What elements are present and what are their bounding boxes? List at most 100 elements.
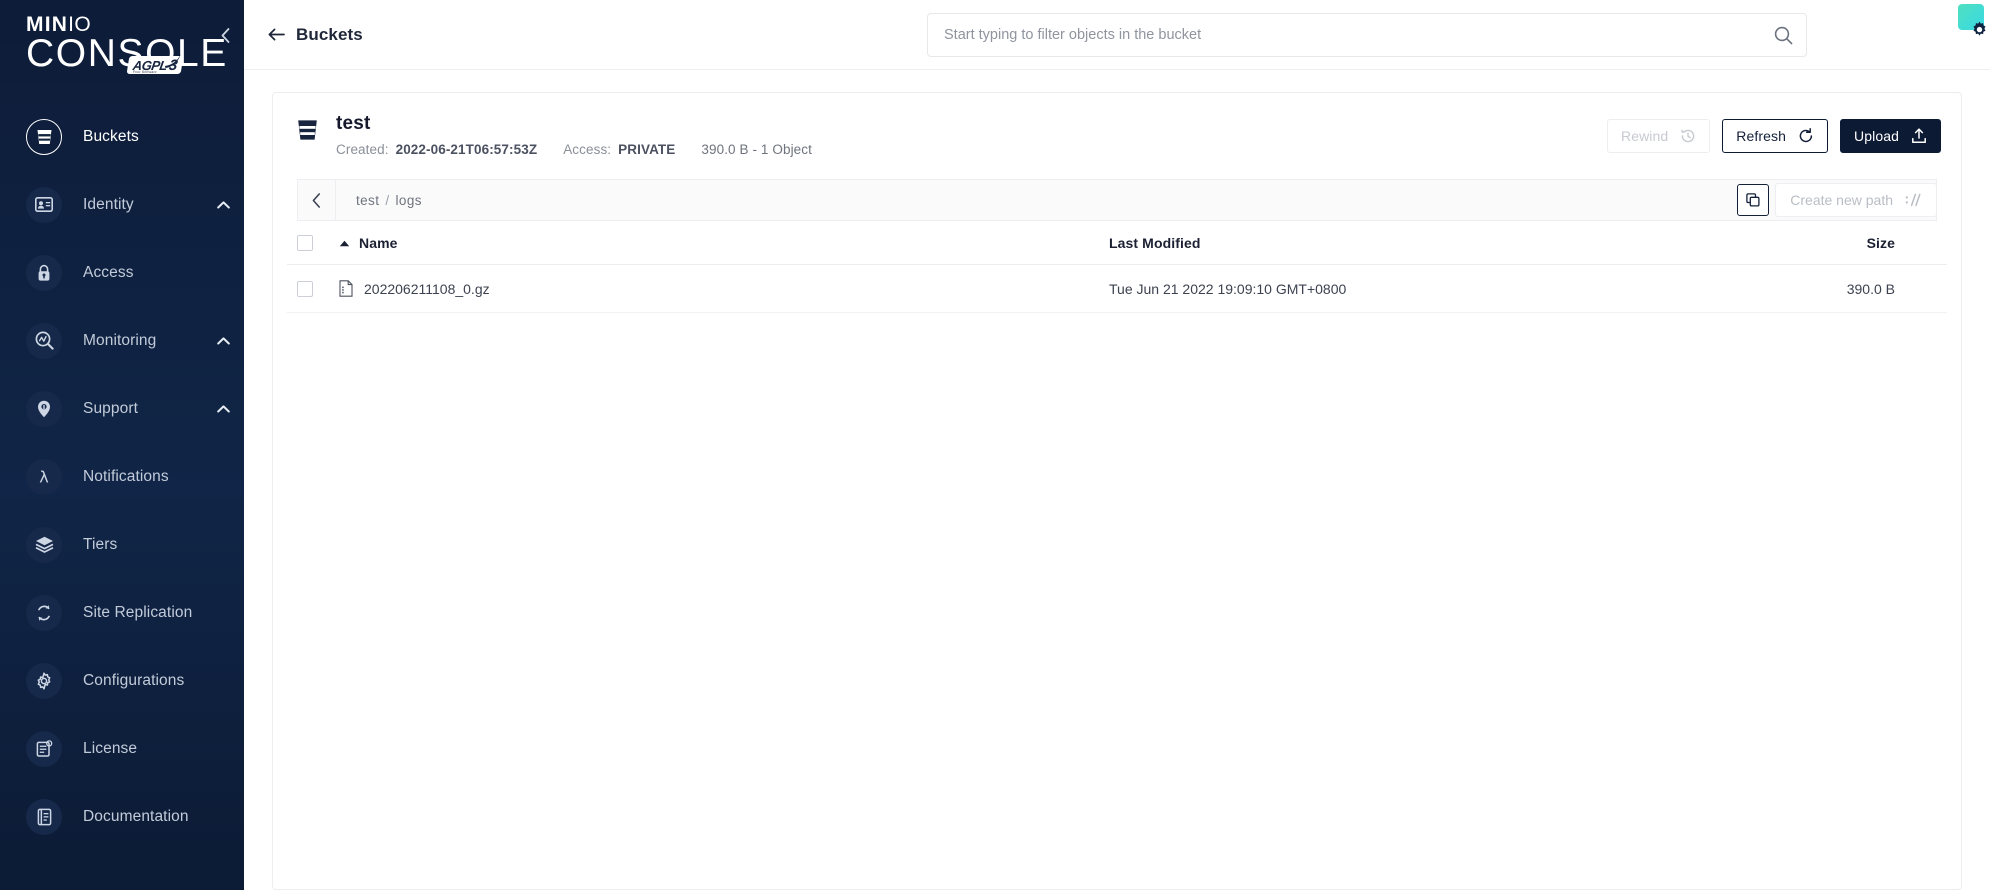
sidebar-item-label: Support — [83, 399, 138, 417]
sidebar-item-configurations[interactable]: Configurations — [0, 647, 244, 715]
object-filter-search — [927, 13, 1807, 57]
svg-text:λ: λ — [39, 468, 48, 486]
column-label-name: Name — [359, 235, 398, 251]
sidebar-item-label: Identity — [83, 195, 134, 213]
path-crumb-folder[interactable]: logs — [396, 193, 422, 208]
support-icon — [26, 390, 62, 427]
upload-label: Upload — [1854, 128, 1899, 144]
object-name: 202206211108_0.gz — [364, 280, 490, 297]
sidebar-item-monitoring[interactable]: Monitoring — [0, 307, 244, 375]
sidebar-item-buckets[interactable]: Buckets — [0, 103, 244, 171]
bucket-icon — [297, 119, 318, 146]
collapse-sidebar-button[interactable] — [214, 24, 236, 46]
main-area: Buckets Start typing to filter objects i… — [244, 0, 1990, 890]
sidebar-item-access[interactable]: Access — [0, 239, 244, 307]
bucket-meta: Created: 2022-06-21T06:57:53Z Access: PR… — [336, 142, 812, 157]
sidebar-item-label: Documentation — [83, 807, 189, 825]
column-header-name[interactable]: Name — [339, 235, 1109, 265]
path-slash-icon — [1905, 193, 1921, 207]
sidebar: MINIO CONSOLE AGPL 3 Free Software Bu — [0, 0, 244, 890]
bucket-header: test Created: 2022-06-21T06:57:53Z Acces… — [287, 93, 1947, 177]
sidebar-item-label: Access — [83, 263, 134, 281]
row-modified-cell: Tue Jun 21 2022 19:09:10 GMT+0800 — [1109, 264, 1699, 313]
refresh-button[interactable]: Refresh — [1722, 119, 1829, 153]
table-header-row: Name Last Modified Size — [287, 235, 1947, 265]
bucket-size-summary: 390.0 B - 1 Object — [701, 142, 812, 157]
layers-icon — [26, 526, 62, 563]
object-name-wrap: 202206211108_0.gz — [339, 280, 1109, 297]
sidebar-item-label: Site Replication — [83, 603, 193, 621]
gear-icon — [26, 662, 62, 699]
rewind-clock-icon — [1681, 129, 1695, 143]
agpl-swoosh-icon — [164, 54, 181, 68]
sidebar-item-label: License — [83, 739, 138, 757]
table-row[interactable]: 202206211108_0.gz Tue Jun 21 2022 19:09:… — [287, 264, 1947, 313]
lock-icon — [26, 254, 62, 291]
access-label: Access: — [563, 142, 612, 157]
bucket-browser-card: test Created: 2022-06-21T06:57:53Z Acces… — [272, 92, 1962, 890]
upload-icon — [1912, 128, 1926, 143]
row-select-cell — [287, 264, 339, 313]
sidebar-item-label: Tiers — [83, 535, 118, 553]
path-back-button[interactable] — [297, 179, 335, 221]
create-new-path-button[interactable]: Create new path — [1775, 183, 1937, 217]
table-body: 202206211108_0.gz Tue Jun 21 2022 19:09:… — [287, 264, 1947, 313]
agpl-license-badge: AGPL 3 Free Software — [126, 54, 184, 74]
sidebar-item-support[interactable]: Support — [0, 375, 244, 443]
row-name-cell: 202206211108_0.gz — [339, 264, 1109, 313]
created-label: Created: — [336, 142, 389, 157]
sidebar-item-site-replication[interactable]: Site Replication — [0, 579, 244, 647]
column-header-last-modified[interactable]: Last Modified — [1109, 235, 1699, 265]
page-title: test — [336, 113, 371, 134]
refresh-icon — [1799, 128, 1813, 143]
select-all-checkbox[interactable] — [297, 235, 313, 251]
access-value: PRIVATE — [618, 142, 676, 157]
refresh-label: Refresh — [1736, 128, 1787, 144]
book-icon — [26, 798, 62, 835]
chevron-up-icon[interactable] — [217, 405, 230, 413]
gear-icon — [1973, 21, 1986, 36]
create-new-path-label: Create new path — [1790, 192, 1893, 208]
chevron-up-icon[interactable] — [217, 201, 230, 209]
sidebar-item-tiers[interactable]: Tiers — [0, 511, 244, 579]
created-value: 2022-06-21T06:57:53Z — [395, 142, 538, 157]
upload-button[interactable]: Upload — [1840, 119, 1941, 153]
sidebar-item-notifications[interactable]: λ Notifications — [0, 443, 244, 511]
search-input[interactable] — [928, 27, 1760, 43]
breadcrumb[interactable]: Buckets — [268, 25, 363, 45]
path-crumb-bucket[interactable]: test — [356, 193, 379, 208]
arrow-left-icon — [268, 28, 285, 41]
sidebar-item-license[interactable]: License — [0, 715, 244, 783]
sidebar-item-label: Configurations — [83, 671, 185, 689]
lambda-icon: λ — [26, 458, 62, 495]
sidebar-item-documentation[interactable]: Documentation — [0, 783, 244, 851]
rewind-button[interactable]: Rewind — [1607, 119, 1711, 153]
topbar: Buckets — [244, 0, 1990, 70]
operator-gear-badge-icon[interactable] — [1954, 2, 1988, 36]
bucket-actions: Rewind Refresh Upload — [1607, 119, 1941, 153]
breadcrumb-label: Buckets — [296, 24, 363, 44]
logo: MINIO CONSOLE AGPL 3 Free Software — [0, 0, 244, 75]
objects-table: Name Last Modified Size 202206211108_0.g… — [287, 235, 1947, 313]
bucket-info: test Created: 2022-06-21T06:57:53Z Acces… — [336, 113, 812, 157]
sidebar-item-label: Monitoring — [83, 331, 157, 349]
chevron-up-icon[interactable] — [217, 337, 230, 345]
license-doc-icon — [26, 730, 62, 767]
monitoring-icon — [26, 322, 62, 359]
row-size-cell: 390.0 B — [1698, 264, 1947, 313]
column-label-last-modified: Last Modified — [1109, 235, 1201, 251]
copy-path-button[interactable] — [1737, 184, 1769, 216]
sidebar-nav: Buckets Identity Access Monitoring Suppo… — [0, 103, 244, 851]
minio-console-app: MINIO CONSOLE AGPL 3 Free Software Bu — [0, 0, 1990, 890]
path-breadcrumb[interactable]: test / logs — [335, 179, 1937, 221]
path-bar: test / logs Create new path — [297, 179, 1937, 221]
bucket-icon — [26, 118, 62, 155]
column-header-size[interactable]: Size — [1698, 235, 1947, 265]
search-icon[interactable] — [1760, 26, 1806, 45]
row-checkbox[interactable] — [297, 280, 313, 297]
path-separator: / — [385, 192, 390, 208]
identity-card-icon — [26, 186, 62, 223]
chevron-left-icon — [221, 27, 229, 43]
copy-icon — [1746, 193, 1760, 207]
sidebar-item-identity[interactable]: Identity — [0, 171, 244, 239]
